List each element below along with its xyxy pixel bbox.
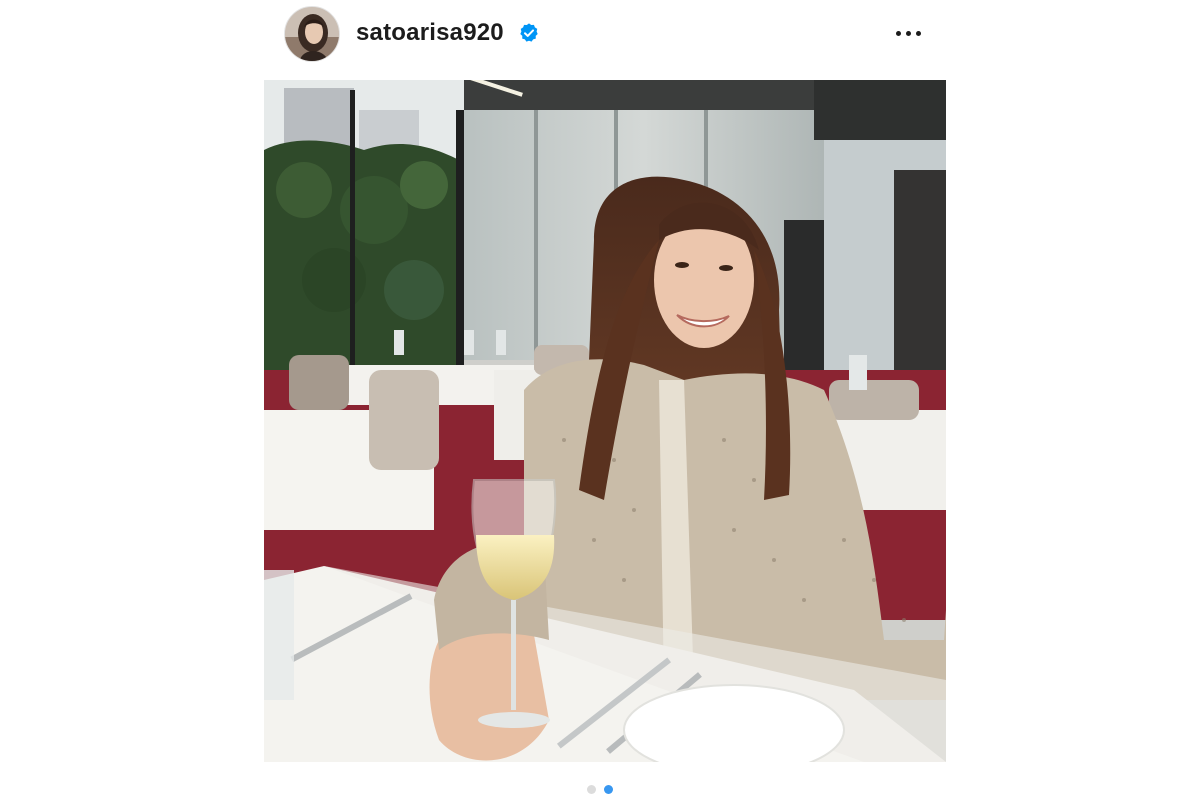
restaurant-photo [264, 80, 946, 762]
post-photo[interactable] [264, 80, 946, 762]
more-options-button[interactable] [888, 19, 928, 47]
more-horizontal-icon [905, 30, 911, 36]
avatar[interactable] [284, 6, 340, 62]
post-header: satoarisa920 [264, 0, 946, 68]
username[interactable]: satoarisa920 [356, 18, 504, 48]
more-horizontal-icon [895, 30, 901, 36]
carousel-indicator [0, 783, 1200, 795]
carousel-dot-active[interactable] [604, 784, 613, 794]
carousel-dot[interactable] [587, 784, 596, 794]
verified-badge-icon [520, 23, 538, 42]
instagram-post: satoarisa920 [0, 0, 1200, 800]
more-horizontal-icon [915, 30, 921, 36]
avatar-image [285, 7, 339, 61]
